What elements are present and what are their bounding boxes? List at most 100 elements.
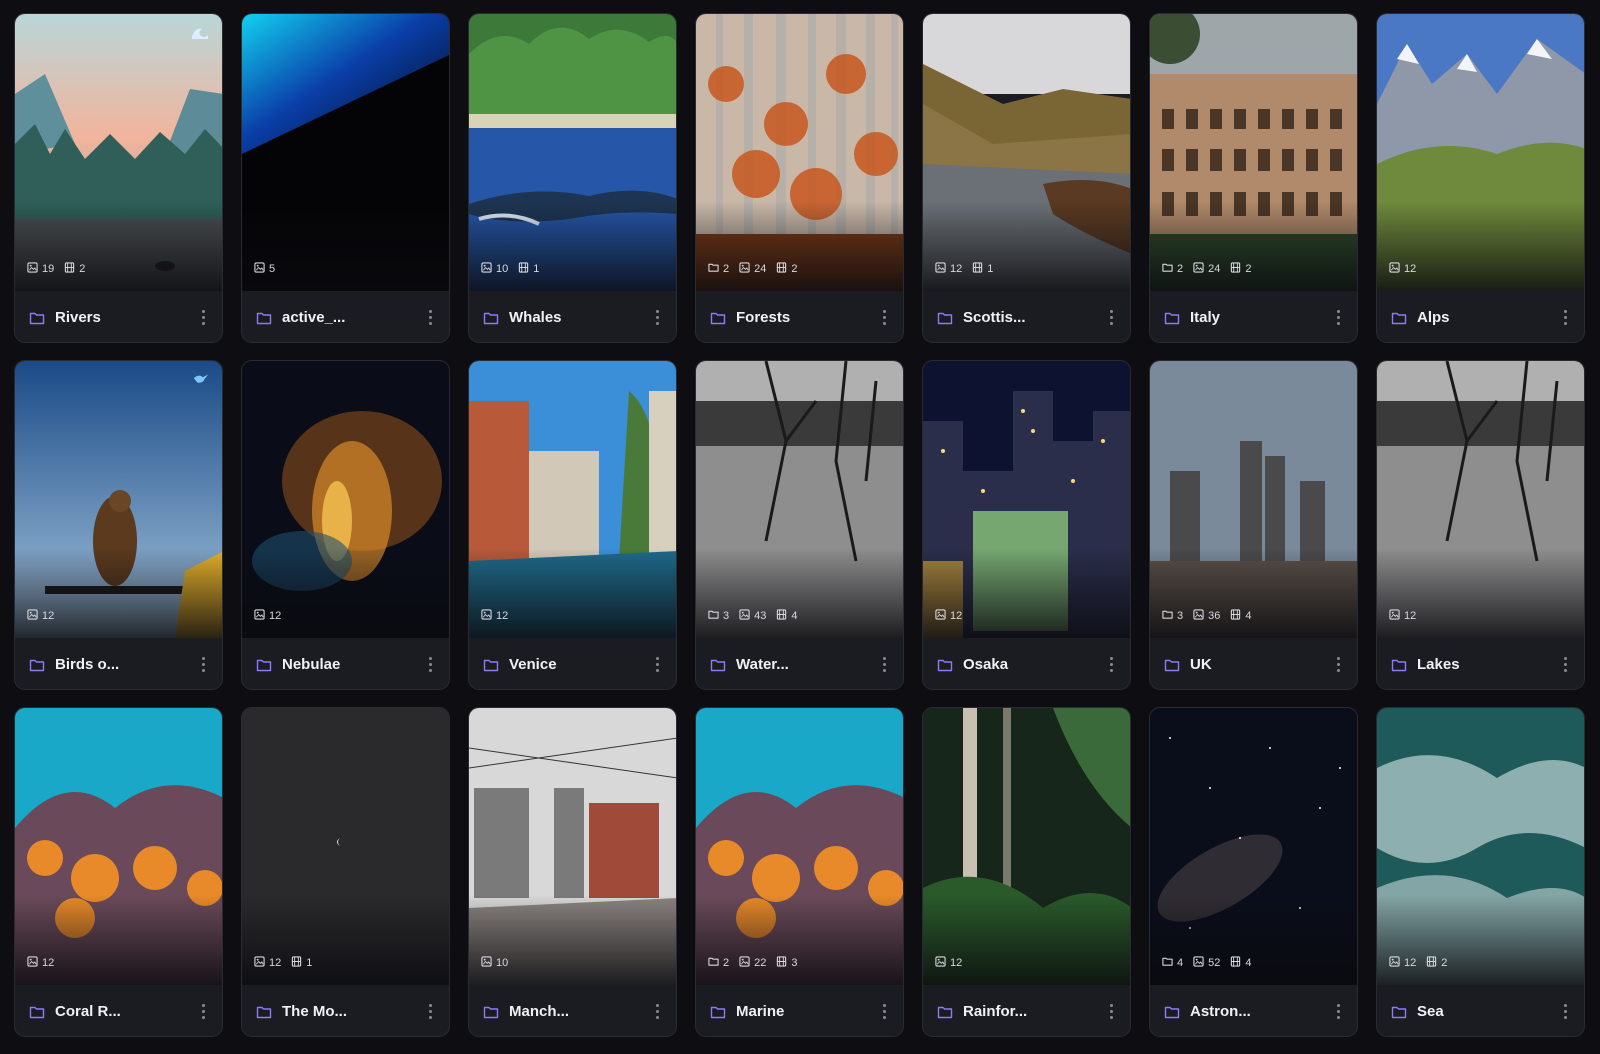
album-stat: 1 bbox=[518, 262, 539, 276]
stat-count: 12 bbox=[950, 263, 963, 275]
album-stat: 3 bbox=[1162, 609, 1183, 623]
more-options-icon[interactable] bbox=[1558, 1003, 1572, 1021]
more-options-icon[interactable] bbox=[423, 656, 437, 674]
album-thumbnail bbox=[15, 708, 222, 985]
album-stats: 2 24 2 bbox=[708, 262, 798, 276]
album-card[interactable]: 10 1 Whales bbox=[468, 13, 677, 343]
stat-count: 4 bbox=[1177, 957, 1184, 969]
folder-icon bbox=[256, 312, 272, 324]
film-icon bbox=[776, 262, 787, 276]
more-options-icon[interactable] bbox=[1331, 309, 1345, 327]
more-options-icon[interactable] bbox=[877, 656, 891, 674]
image-icon bbox=[27, 609, 38, 623]
album-stat: 43 bbox=[739, 609, 766, 623]
album-card[interactable]: 3 36 4 UK bbox=[1149, 360, 1358, 690]
album-name: Whales bbox=[509, 309, 562, 326]
album-card[interactable]: 10 Manch... bbox=[468, 707, 677, 1037]
folder-icon bbox=[1164, 312, 1180, 324]
more-options-icon[interactable] bbox=[650, 656, 664, 674]
album-card[interactable]: 12 Osaka bbox=[922, 360, 1131, 690]
album-card[interactable]: 2 22 3 Marine bbox=[695, 707, 904, 1037]
more-options-icon[interactable] bbox=[1558, 309, 1572, 327]
more-options-icon[interactable] bbox=[1104, 309, 1118, 327]
more-options-icon[interactable] bbox=[650, 309, 664, 327]
stat-count: 24 bbox=[1208, 263, 1221, 275]
more-options-icon[interactable] bbox=[877, 309, 891, 327]
more-options-icon[interactable] bbox=[423, 1003, 437, 1021]
album-stats: 12 1 bbox=[935, 262, 993, 276]
album-stat: 4 bbox=[1230, 956, 1252, 970]
album-card[interactable]: 12 Rainfor... bbox=[922, 707, 1131, 1037]
album-card[interactable]: 12 1 The Mo... bbox=[241, 707, 450, 1037]
stat-count: 10 bbox=[496, 957, 509, 969]
image-icon bbox=[481, 609, 492, 623]
stat-count: 1 bbox=[987, 263, 994, 275]
more-options-icon[interactable] bbox=[1104, 1003, 1118, 1021]
album-footer: Manch... bbox=[469, 985, 676, 1036]
stat-count: 1 bbox=[533, 263, 540, 275]
album-thumbnail bbox=[923, 14, 1130, 291]
album-footer: Whales bbox=[469, 291, 676, 342]
more-options-icon[interactable] bbox=[196, 309, 210, 327]
more-options-icon[interactable] bbox=[423, 309, 437, 327]
album-card[interactable]: 5 active_... bbox=[241, 13, 450, 343]
folder-icon bbox=[1164, 659, 1180, 671]
more-options-icon[interactable] bbox=[1331, 656, 1345, 674]
more-options-icon[interactable] bbox=[1331, 1003, 1345, 1021]
album-stat: 12 bbox=[1389, 609, 1416, 623]
stat-count: 3 bbox=[791, 957, 798, 969]
stat-count: 2 bbox=[791, 263, 798, 275]
stat-count: 2 bbox=[723, 957, 730, 969]
stat-count: 12 bbox=[496, 610, 509, 622]
album-stat: 4 bbox=[1230, 609, 1252, 623]
more-options-icon[interactable] bbox=[1558, 656, 1572, 674]
album-stat: 2 bbox=[1230, 262, 1252, 276]
album-stat: 5 bbox=[254, 262, 275, 276]
album-card[interactable]: 4 52 4 Astron... bbox=[1149, 707, 1358, 1037]
album-stats: 2 24 2 bbox=[1162, 262, 1252, 276]
album-thumbnail bbox=[1150, 14, 1357, 291]
album-stats: 5 bbox=[254, 262, 275, 276]
more-options-icon[interactable] bbox=[650, 1003, 664, 1021]
album-thumbnail bbox=[242, 361, 449, 638]
album-thumbnail bbox=[1150, 708, 1357, 985]
more-options-icon[interactable] bbox=[196, 656, 210, 674]
album-card[interactable]: 12 1 Scottis... bbox=[922, 13, 1131, 343]
album-footer: Lakes bbox=[1377, 638, 1584, 689]
bird-icon bbox=[192, 370, 210, 393]
album-stat: 52 bbox=[1193, 956, 1220, 970]
album-card[interactable]: 12 2 Sea bbox=[1376, 707, 1585, 1037]
stat-count: 2 bbox=[1441, 957, 1448, 969]
album-card[interactable]: 12 Coral R... bbox=[14, 707, 223, 1037]
album-card[interactable]: 2 24 2 Forests bbox=[695, 13, 904, 343]
album-stats: 12 bbox=[27, 609, 54, 623]
album-thumbnail bbox=[242, 14, 449, 291]
album-stat: 36 bbox=[1193, 609, 1220, 623]
image-icon bbox=[935, 956, 946, 970]
album-card[interactable]: 12 Alps bbox=[1376, 13, 1585, 343]
album-card[interactable]: 12 Venice bbox=[468, 360, 677, 690]
film-icon bbox=[64, 262, 75, 276]
more-options-icon[interactable] bbox=[196, 1003, 210, 1021]
album-card[interactable]: 12 Lakes bbox=[1376, 360, 1585, 690]
album-footer: Astron... bbox=[1150, 985, 1357, 1036]
album-footer: Water... bbox=[696, 638, 903, 689]
album-card[interactable]: 19 2 Rivers bbox=[14, 13, 223, 343]
album-stat: 1 bbox=[291, 956, 312, 970]
album-card[interactable]: 2 24 2 Italy bbox=[1149, 13, 1358, 343]
album-thumbnail bbox=[469, 361, 676, 638]
album-footer: The Mo... bbox=[242, 985, 449, 1036]
folder-icon bbox=[1164, 1006, 1180, 1018]
folder-icon bbox=[710, 659, 726, 671]
image-icon bbox=[739, 956, 750, 970]
film-icon bbox=[518, 262, 529, 276]
image-icon bbox=[254, 956, 265, 970]
album-card[interactable]: 12 Birds o... bbox=[14, 360, 223, 690]
folder-icon bbox=[29, 312, 45, 324]
album-thumbnail bbox=[469, 708, 676, 985]
album-card[interactable]: 12 Nebulae bbox=[241, 360, 450, 690]
album-card[interactable]: 3 43 4 Water... bbox=[695, 360, 904, 690]
more-options-icon[interactable] bbox=[877, 1003, 891, 1021]
more-options-icon[interactable] bbox=[1104, 656, 1118, 674]
album-name: Water... bbox=[736, 656, 789, 673]
